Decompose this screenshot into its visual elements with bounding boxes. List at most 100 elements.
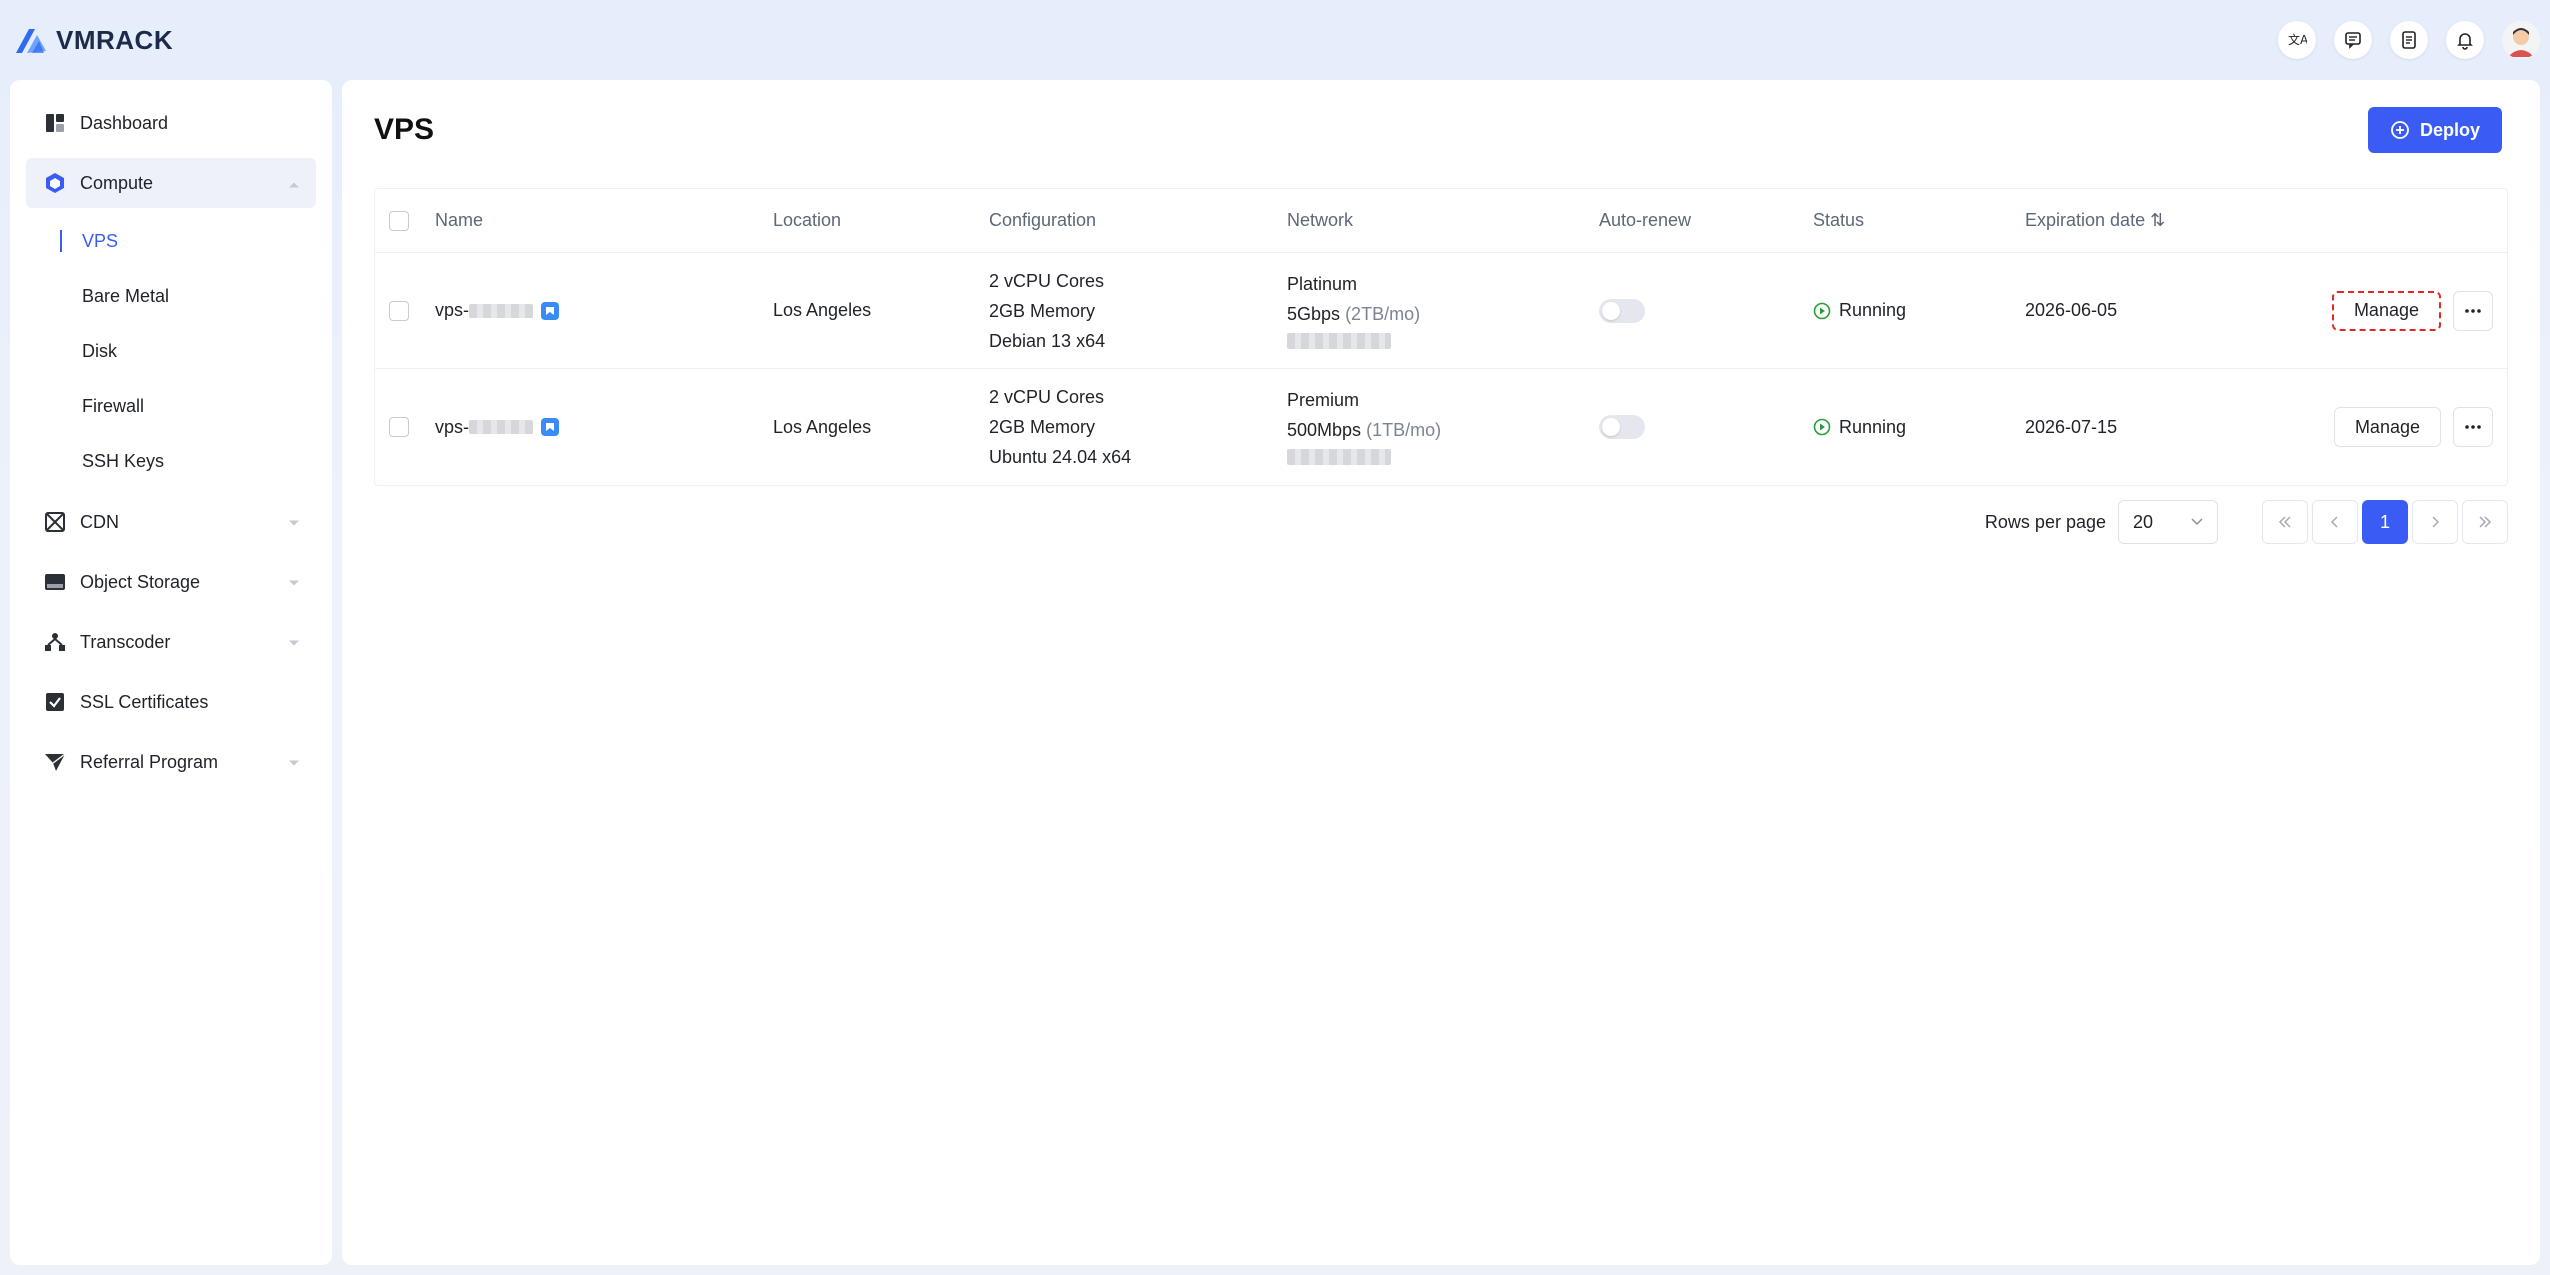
header-location: Location	[773, 210, 842, 230]
chevron-left-icon	[2331, 516, 2338, 528]
sidebar-item-disk[interactable]: Disk	[26, 324, 316, 379]
auto-renew-toggle[interactable]	[1599, 298, 1645, 323]
chevron-right-icon	[2432, 516, 2439, 528]
pagination: Rows per page 20 1	[1985, 500, 2508, 544]
header-auto-renew: Auto-renew	[1599, 210, 1692, 230]
svg-text:文A: 文A	[2288, 32, 2307, 47]
network-bandwidth: 500Mbps (1TB/mo)	[1287, 420, 1442, 440]
manage-button[interactable]: Manage	[2331, 290, 2441, 331]
row-checkbox[interactable]	[389, 417, 409, 437]
header-network: Network	[1287, 210, 1354, 230]
sidebar-item-dashboard[interactable]: Dashboard	[26, 98, 316, 148]
select-all-checkbox[interactable]	[389, 210, 409, 231]
sidebar-item-bare-metal[interactable]: Bare Metal	[26, 269, 316, 324]
storage-icon	[44, 571, 66, 593]
sidebar-item-label: Object Storage	[80, 571, 201, 592]
sidebar-item-label: Dashboard	[80, 112, 169, 133]
sidebar-item-firewall[interactable]: Firewall	[26, 379, 316, 434]
next-page-button[interactable]	[2412, 500, 2458, 544]
more-options-button[interactable]	[2453, 290, 2493, 331]
auto-renew-toggle[interactable]	[1599, 415, 1645, 439]
ellipsis-icon	[2465, 425, 2481, 429]
top-bar: VMRACK 文A	[0, 0, 2550, 80]
sidebar-item-ssl-certificates[interactable]: SSL Certificates	[26, 677, 316, 727]
header-configuration: Configuration	[989, 210, 1097, 230]
previous-page-button[interactable]	[2312, 500, 2358, 544]
header-name: Name	[435, 210, 484, 230]
config-cpu: 2 vCPU Cores	[989, 270, 1105, 291]
brand-name: VMRACK	[56, 24, 174, 55]
header-expiration-sort[interactable]: Expiration date ⇅	[2025, 210, 2165, 231]
sidebar-item-compute[interactable]: Compute	[26, 158, 316, 208]
table-row: vps- Los Angeles 2 vCPU Cores 2GB Memory…	[375, 253, 2507, 369]
sidebar-item-object-storage[interactable]: Object Storage	[26, 557, 316, 607]
redacted-name	[469, 420, 534, 434]
sidebar-item-label: Referral Program	[80, 751, 219, 772]
sidebar: Dashboard Compute VPS Bare Metal Disk Fi…	[10, 80, 332, 1265]
vps-name[interactable]: vps-	[435, 417, 469, 438]
page-title: VPS	[374, 113, 435, 146]
sidebar-item-cdn[interactable]: CDN	[26, 497, 316, 547]
translate-icon[interactable]: 文A	[2278, 21, 2316, 59]
sidebar-item-vps[interactable]: VPS	[26, 214, 316, 269]
brand-logo[interactable]: VMRACK	[12, 23, 173, 57]
sidebar-item-ssh-keys[interactable]: SSH Keys	[26, 434, 316, 489]
document-icon[interactable]	[2390, 21, 2428, 59]
network-tier: Platinum	[1287, 273, 1358, 294]
paper-plane-icon	[44, 751, 66, 773]
rows-per-page-label: Rows per page	[1984, 511, 2106, 532]
compute-submenu: VPS Bare Metal Disk Firewall SSH Keys	[26, 214, 316, 489]
header-status: Status	[1813, 210, 1865, 230]
status-badge: Running	[1813, 417, 1906, 438]
chat-icon[interactable]	[2334, 21, 2372, 59]
last-page-button[interactable]	[2462, 500, 2508, 544]
bell-icon[interactable]	[2446, 21, 2484, 59]
row-checkbox[interactable]	[389, 300, 409, 321]
vps-configuration: 2 vCPU Cores 2GB Memory Debian 13 x64	[989, 270, 1105, 352]
vps-configuration: 2 vCPU Cores 2GB Memory Ubuntu 24.04 x64	[989, 386, 1131, 468]
status-badge: Running	[1813, 300, 1906, 321]
vmrack-logo-icon	[16, 29, 46, 53]
running-icon	[1813, 418, 1831, 436]
row-actions: Manage	[2333, 407, 2493, 447]
running-icon	[1813, 302, 1831, 319]
network-bandwidth: 5Gbps (2TB/mo)	[1287, 303, 1421, 324]
deploy-button[interactable]: Deploy	[2367, 107, 2502, 153]
redacted-ip	[1287, 332, 1391, 349]
more-options-button[interactable]	[2453, 407, 2493, 447]
user-avatar[interactable]	[2502, 21, 2540, 59]
chevron-down-icon	[2191, 518, 2203, 526]
plus-circle-icon	[2391, 121, 2409, 139]
redacted-name	[469, 303, 534, 318]
dashboard-icon	[44, 112, 66, 134]
transcoder-icon	[44, 631, 66, 653]
chevrons-right-icon	[2479, 516, 2492, 528]
row-actions: Manage	[2331, 290, 2493, 331]
vps-table: Name Location Configuration Network Auto…	[374, 188, 2508, 486]
network-quota: (2TB/mo)	[1345, 303, 1421, 324]
sidebar-item-referral-program[interactable]: Referral Program	[26, 737, 316, 787]
deploy-label: Deploy	[2419, 119, 2480, 140]
config-cpu: 2 vCPU Cores	[989, 387, 1105, 407]
vps-expiration: 2026-07-15	[2025, 416, 2118, 437]
status-text: Running	[1839, 416, 1907, 437]
vps-network: Platinum 5Gbps (2TB/mo)	[1287, 273, 1420, 349]
vps-name[interactable]: vps-	[435, 300, 469, 321]
network-quota: (1TB/mo)	[1366, 420, 1442, 440]
main-panel: VPS Deploy Name Location Configuration N…	[342, 80, 2540, 1265]
redacted-ip	[1287, 449, 1391, 465]
config-memory: 2GB Memory	[989, 417, 1096, 437]
cdn-icon	[44, 511, 66, 533]
rows-per-page-select[interactable]: 20	[2118, 500, 2218, 544]
config-os: Debian 13 x64	[989, 330, 1106, 351]
chevron-down-icon	[288, 632, 300, 653]
chevrons-left-icon	[2278, 516, 2291, 528]
chevron-down-icon	[288, 572, 300, 593]
sidebar-item-label: Compute	[80, 172, 154, 193]
page-button-current[interactable]: 1	[2362, 500, 2408, 544]
manage-button[interactable]: Manage	[2333, 407, 2441, 447]
chevron-down-icon	[288, 752, 300, 773]
sidebar-item-transcoder[interactable]: Transcoder	[26, 617, 316, 667]
vps-location: Los Angeles	[773, 300, 872, 320]
first-page-button[interactable]	[2262, 500, 2308, 544]
